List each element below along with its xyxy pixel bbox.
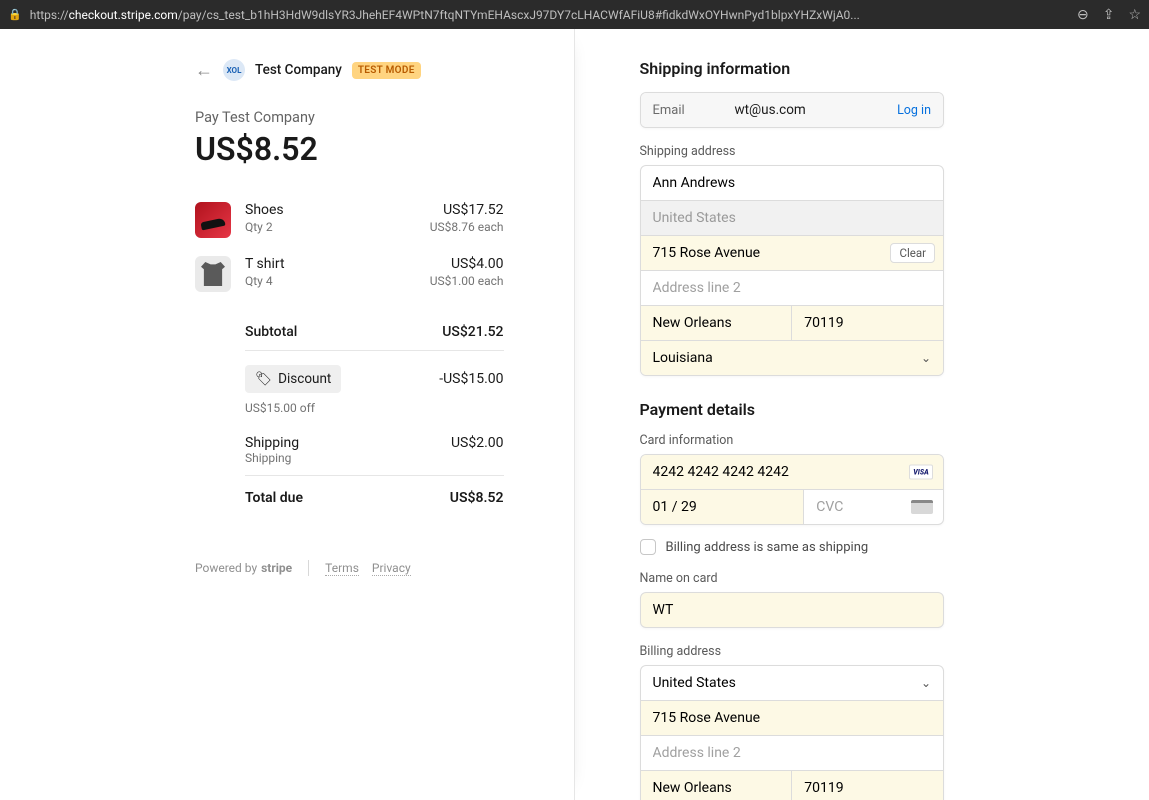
billing-address-group: ⌄ ⌄: [640, 665, 945, 800]
product-qty: Qty 2: [245, 220, 284, 234]
shipping-state-select[interactable]: [641, 341, 944, 375]
star-icon[interactable]: ☆: [1128, 7, 1141, 23]
shipping-addr2-input[interactable]: [641, 271, 944, 306]
tag-icon: 🏷: [255, 371, 272, 387]
name-on-card-group: [640, 592, 945, 628]
line-item: T shirt Qty 4 US$4.00 US$1.00 each: [195, 256, 504, 292]
discount-sublabel: US$15.00 off: [245, 397, 504, 427]
footer-divider: [308, 560, 309, 576]
card-expiry-input[interactable]: [641, 490, 805, 524]
share-icon[interactable]: ⇪: [1103, 7, 1115, 23]
shipping-name-input[interactable]: [641, 166, 944, 201]
subtotal-row: Subtotal US$21.52: [195, 314, 504, 350]
card-input-group: VISA: [640, 454, 945, 525]
product-qty: Qty 4: [245, 274, 285, 288]
billing-country-select[interactable]: [641, 666, 944, 700]
billing-addr2-input[interactable]: [641, 736, 944, 771]
shipping-row: Shipping Shipping US$2.00: [245, 427, 504, 475]
lock-icon: 🔒: [8, 8, 22, 21]
shipping-value: US$2.00: [451, 435, 504, 465]
billing-address-label: Billing address: [640, 644, 945, 659]
same-as-shipping-label: Billing address is same as shipping: [666, 540, 869, 555]
merchant-header: ← XOL Test Company TEST MODE: [195, 59, 504, 81]
name-on-card-label: Name on card: [640, 571, 945, 586]
discount-row: 🏷 Discount -US$15.00: [245, 351, 504, 397]
unit-price: US$1.00 each: [430, 274, 504, 288]
login-link[interactable]: Log in: [897, 103, 931, 118]
shipping-city-input[interactable]: [641, 306, 793, 340]
name-on-card-input[interactable]: [641, 593, 944, 627]
product-name: T shirt: [245, 256, 285, 272]
email-label: Email: [653, 103, 735, 118]
merchant-name: Test Company: [255, 62, 342, 78]
privacy-link[interactable]: Privacy: [372, 561, 411, 576]
subtotal-label: Subtotal: [245, 324, 297, 340]
shipping-label: Shipping: [245, 435, 299, 451]
product-image-shoes: [195, 202, 231, 238]
url-path: /pay/cs_test_b1hH3HdW9dlsYR3JhehEF4WPtN7…: [178, 8, 860, 22]
pay-merchant-label: Pay Test Company: [195, 109, 504, 126]
subtotal-value: US$21.52: [442, 324, 503, 340]
powered-by-label: Powered by: [195, 561, 257, 575]
back-arrow-icon[interactable]: ←: [195, 60, 213, 81]
terms-link[interactable]: Terms: [325, 561, 359, 576]
url: https://checkout.stripe.com/pay/cs_test_…: [30, 8, 1069, 22]
total-due-row: Total due US$8.52: [245, 476, 504, 520]
email-group: Email wt@us.com Log in: [640, 92, 945, 128]
shipping-method: Shipping: [245, 451, 299, 465]
shipping-address-label: Shipping address: [640, 144, 945, 159]
footer: Powered by stripe Terms Privacy: [195, 560, 504, 576]
shipping-country-disabled: United States: [641, 201, 944, 236]
test-mode-badge: TEST MODE: [352, 62, 421, 79]
same-as-shipping-checkbox[interactable]: [640, 539, 656, 555]
email-value: wt@us.com: [735, 102, 898, 118]
total-amount: US$8.52: [195, 130, 504, 168]
shipping-zip-input[interactable]: [792, 306, 943, 340]
payment-details-title: Payment details: [640, 400, 945, 419]
product-name: Shoes: [245, 202, 284, 218]
shipping-addr1-input[interactable]: [641, 236, 891, 270]
billing-addr1-input[interactable]: [641, 701, 944, 736]
shipping-address-group: United States Clear ⌄: [640, 165, 945, 376]
visa-icon: VISA: [909, 465, 933, 480]
discount-chip[interactable]: 🏷 Discount: [245, 365, 341, 393]
discount-value: -US$15.00: [439, 371, 503, 387]
billing-zip-input[interactable]: [792, 771, 943, 800]
cvc-icon: [911, 500, 933, 514]
total-due-label: Total due: [245, 490, 303, 506]
unit-price: US$8.76 each: [430, 220, 504, 234]
billing-city-input[interactable]: [641, 771, 793, 800]
product-image-tshirt: [195, 256, 231, 292]
same-as-shipping-row[interactable]: Billing address is same as shipping: [640, 539, 945, 555]
shipping-info-title: Shipping information: [640, 59, 945, 78]
stripe-logo: stripe: [261, 561, 292, 575]
url-host: checkout.stripe.com: [69, 8, 178, 22]
clear-address-button[interactable]: Clear: [890, 243, 935, 263]
discount-label: Discount: [278, 371, 331, 387]
line-item: Shoes Qty 2 US$17.52 US$8.76 each: [195, 202, 504, 238]
browser-address-bar: 🔒 https://checkout.stripe.com/pay/cs_tes…: [0, 0, 1149, 29]
line-price: US$4.00: [430, 256, 504, 272]
card-info-label: Card information: [640, 433, 945, 448]
card-number-input[interactable]: [641, 455, 944, 489]
zoom-icon[interactable]: ⊖: [1077, 7, 1089, 23]
line-price: US$17.52: [430, 202, 504, 218]
merchant-logo: XOL: [223, 59, 245, 81]
total-due-value: US$8.52: [450, 490, 504, 506]
